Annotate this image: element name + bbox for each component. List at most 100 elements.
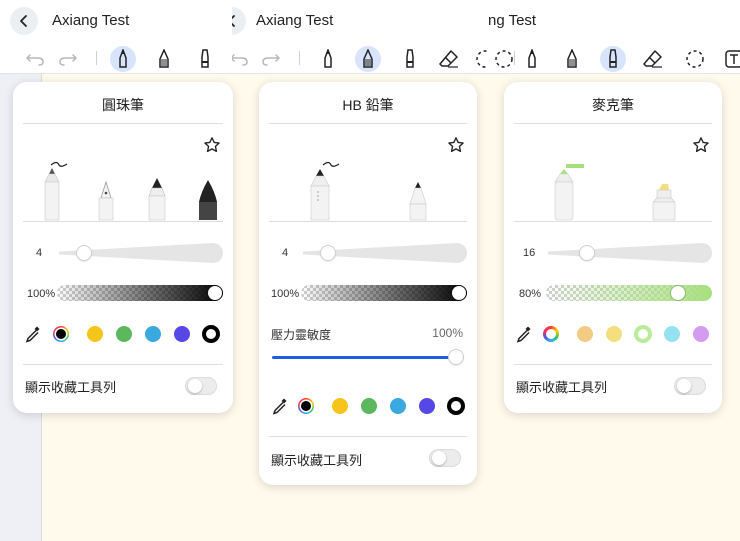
opacity-value: 80% <box>519 288 542 300</box>
show-favorites-toolbar-label: 顯示收藏工具列 <box>25 380 117 395</box>
pressure-sensitivity-slider[interactable] <box>272 350 464 364</box>
tool-marker[interactable] <box>600 46 626 72</box>
pencil-icon <box>567 49 577 68</box>
tool-pencil[interactable] <box>559 46 585 72</box>
back-button[interactable] <box>232 7 246 35</box>
color-swatch-green[interactable] <box>361 398 377 414</box>
show-favorites-toolbar-label: 顯示收藏工具列 <box>516 380 608 395</box>
toolbar-divider <box>514 51 515 65</box>
color-swatch-yellow[interactable] <box>332 398 348 414</box>
pen-style-preview <box>44 161 217 221</box>
pen-icon <box>119 49 127 68</box>
pencil-preview-colored <box>409 182 427 221</box>
size-slider-thumb[interactable] <box>77 246 91 260</box>
eyedropper-button[interactable] <box>272 397 288 420</box>
tool-ballpoint-pen[interactable] <box>519 46 545 72</box>
opacity-slider-thumb[interactable] <box>452 286 466 300</box>
redo-button[interactable] <box>55 46 81 72</box>
marker-icon <box>609 49 617 68</box>
color-swatch-yellow[interactable] <box>606 326 622 342</box>
tool-marker[interactable] <box>192 46 218 72</box>
tool-lasso[interactable] <box>682 46 708 72</box>
toolbar-divider <box>96 51 97 65</box>
pen-toolbar <box>0 42 232 74</box>
color-swatch-black-selected[interactable] <box>447 397 465 415</box>
panel-title: 麥克筆 <box>592 97 634 113</box>
show-favorites-toolbar-toggle[interactable] <box>185 377 217 395</box>
size-slider-thumb[interactable] <box>321 246 335 260</box>
divider <box>269 123 467 124</box>
opacity-gradient <box>546 285 712 301</box>
tool-ballpoint-pen[interactable] <box>110 46 136 72</box>
undo-button[interactable] <box>232 46 252 72</box>
tool-pencil[interactable] <box>355 46 381 72</box>
tool-marker[interactable] <box>397 46 423 72</box>
redo-button[interactable] <box>258 46 284 72</box>
divider <box>269 436 467 437</box>
current-color-dot <box>56 329 66 339</box>
marker-preview-green <box>554 169 574 221</box>
back-arrow-icon <box>20 15 27 27</box>
color-swatch-yellow[interactable] <box>87 326 103 342</box>
back-button[interactable] <box>10 7 38 35</box>
eyedropper-icon <box>25 326 40 343</box>
pen-icon <box>324 49 332 68</box>
undo-button[interactable] <box>22 46 48 72</box>
color-swatch-orange[interactable] <box>577 326 593 342</box>
color-wheel-button[interactable] <box>298 398 314 414</box>
opacity-slider[interactable] <box>301 285 467 301</box>
pencil-preview-hb <box>310 169 330 221</box>
tool-eraser[interactable] <box>436 46 462 72</box>
tool-eraser[interactable] <box>640 46 666 72</box>
favorite-star-button[interactable] <box>692 136 710 159</box>
color-swatch-cyan[interactable] <box>664 326 680 342</box>
pressure-slider-thumb[interactable] <box>449 350 463 364</box>
color-swatch-blue[interactable] <box>390 398 406 414</box>
opacity-slider[interactable] <box>546 285 712 301</box>
color-swatch-purple[interactable] <box>419 398 435 414</box>
divider <box>23 364 223 365</box>
color-swatch-blue[interactable] <box>145 326 161 342</box>
undo-icon <box>232 54 248 66</box>
color-wheel-button[interactable] <box>53 326 69 342</box>
opacity-slider[interactable] <box>57 285 223 301</box>
toolbar-divider <box>299 51 300 65</box>
eraser-icon <box>439 50 458 68</box>
opacity-slider-thumb[interactable] <box>208 286 222 300</box>
opacity-gradient <box>57 285 223 301</box>
pen-preview-calligraphy <box>199 180 217 220</box>
color-swatch-green-selected[interactable] <box>634 325 652 343</box>
panel-title: HB 鉛筆 <box>342 97 394 113</box>
pressure-slider-fill <box>272 356 464 359</box>
tool-ballpoint-pen[interactable] <box>315 46 341 72</box>
pen-preview-pencil <box>148 178 166 221</box>
marker-icon <box>406 49 414 68</box>
color-wheel-button[interactable] <box>543 326 559 342</box>
color-swatch-purple[interactable] <box>174 326 190 342</box>
color-swatch-green[interactable] <box>116 326 132 342</box>
favorite-star-button[interactable] <box>447 136 465 159</box>
pen-toolbar <box>488 42 740 74</box>
tool-pencil[interactable] <box>151 46 177 72</box>
size-slider[interactable] <box>546 242 712 264</box>
tool-lasso[interactable] <box>472 46 488 72</box>
marker-style-preview <box>554 164 676 221</box>
show-favorites-toolbar-toggle[interactable] <box>674 377 706 395</box>
color-swatch-black-selected[interactable] <box>202 325 220 343</box>
size-slider-thumb[interactable] <box>580 246 594 260</box>
ballpoint-pen-settings-panel: 圓珠筆 4 100% 顯示收藏工具列 <box>13 82 233 413</box>
eyedropper-icon <box>516 326 531 343</box>
tool-text[interactable] <box>721 46 740 72</box>
lasso-icon <box>495 50 513 68</box>
show-favorites-toolbar-toggle[interactable] <box>429 449 461 467</box>
pressure-sensitivity-value: 100% <box>432 326 463 340</box>
current-color-dot <box>546 329 556 339</box>
eyedropper-button[interactable] <box>516 325 532 348</box>
divider <box>514 123 712 124</box>
favorite-star-button[interactable] <box>203 136 221 159</box>
eyedropper-button[interactable] <box>25 325 41 348</box>
divider <box>514 221 712 222</box>
opacity-slider-thumb[interactable] <box>670 286 685 300</box>
opacity-gradient <box>301 285 467 301</box>
color-swatch-violet[interactable] <box>693 326 709 342</box>
